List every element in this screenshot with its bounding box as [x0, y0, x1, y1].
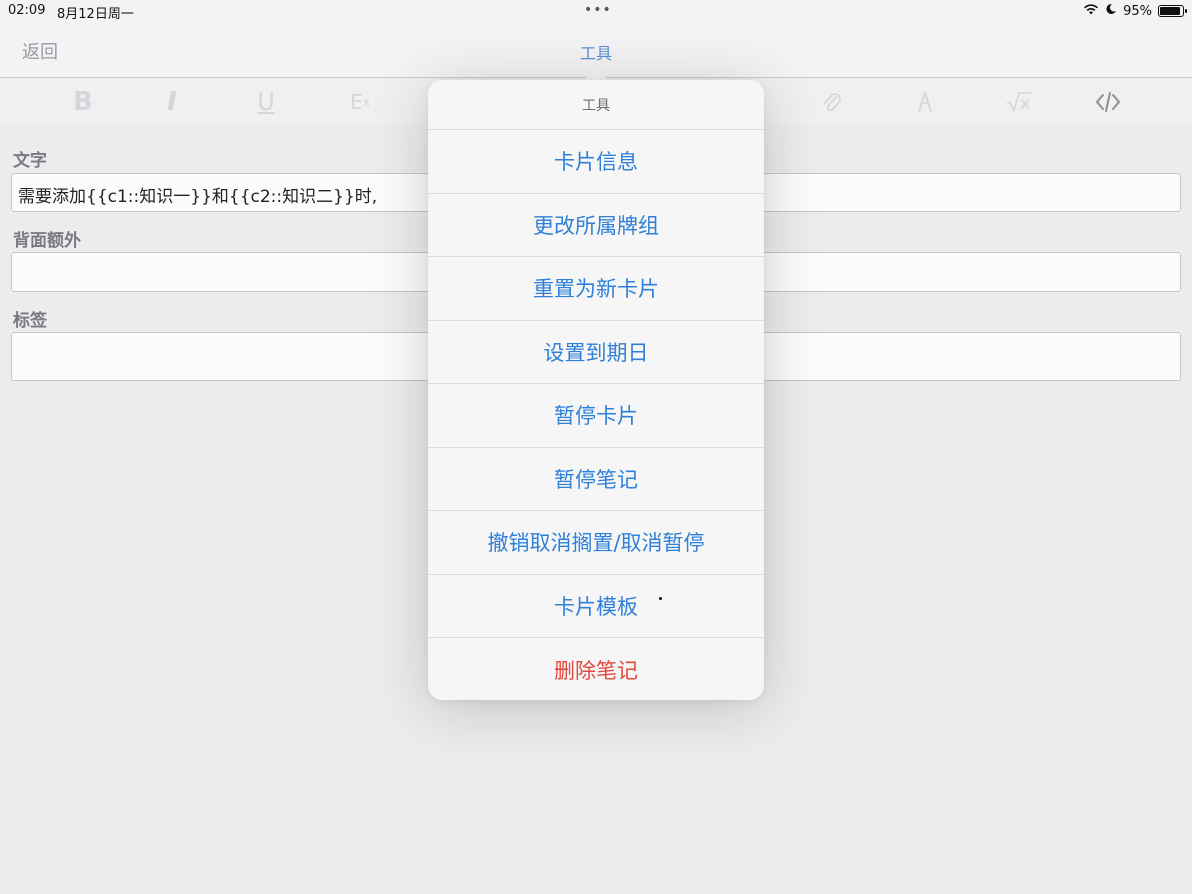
field-label-tags: 标签	[13, 311, 47, 331]
popover-menu-item[interactable]: 卡片模板	[428, 575, 764, 638]
clear-format-button[interactable]: Ex	[343, 87, 377, 117]
battery-icon	[1158, 5, 1187, 17]
pen-icon[interactable]	[908, 87, 942, 117]
popover-menu-item[interactable]: 卡片信息	[428, 130, 764, 194]
popover-menu-item[interactable]: 暂停卡片	[428, 384, 764, 448]
multitasking-dots-icon[interactable]: •••	[584, 2, 612, 18]
field-label-back-extra: 背面额外	[13, 231, 81, 251]
underline-button[interactable]: U	[249, 87, 283, 117]
moon-icon	[1105, 3, 1117, 19]
popover-menu-item[interactable]: 更改所属牌组	[428, 194, 764, 257]
stray-dot	[659, 597, 662, 600]
paperclip-icon[interactable]	[814, 87, 848, 117]
tools-button[interactable]: 工具	[0, 40, 1192, 64]
clear-format-sub: x	[362, 95, 370, 109]
popover-menu-item[interactable]: 设置到期日	[428, 321, 764, 384]
status-bar: 02:09 8月12日周一 ••• 95%	[0, 0, 1192, 22]
popover-menu-item[interactable]: 撤销取消搁置/取消暂停	[428, 511, 764, 575]
popover-menu: 卡片信息 更改所属牌组 重置为新卡片 设置到期日 暂停卡片 暂停笔记 撤销取消搁置/取消暂停…	[428, 130, 764, 700]
popover-title: 工具	[428, 80, 764, 130]
status-indicators: 95%	[1083, 3, 1187, 19]
status-time: 02:09	[8, 3, 46, 18]
delete-note-menu-item[interactable]: 删除笔记	[428, 638, 764, 700]
html-code-icon[interactable]	[1091, 87, 1125, 117]
popover-menu-item[interactable]: 暂停笔记	[428, 448, 764, 511]
tools-popover: 工具 卡片信息 更改所属牌组 重置为新卡片 设置到期日 暂停卡片 暂停笔记 撤销取消搁置/取…	[428, 80, 764, 700]
italic-button[interactable]: I	[155, 87, 189, 117]
battery-percent: 95%	[1123, 3, 1152, 19]
field-label-text: 文字	[13, 151, 47, 171]
clear-format-label: E	[350, 90, 363, 114]
popover-menu-item[interactable]: 重置为新卡片	[428, 257, 764, 321]
wifi-icon	[1083, 3, 1099, 19]
status-date: 8月12日周一	[57, 7, 134, 22]
bold-button[interactable]: B	[66, 87, 100, 117]
battery-fill	[1160, 7, 1180, 15]
math-sqrt-icon[interactable]	[1002, 87, 1036, 117]
